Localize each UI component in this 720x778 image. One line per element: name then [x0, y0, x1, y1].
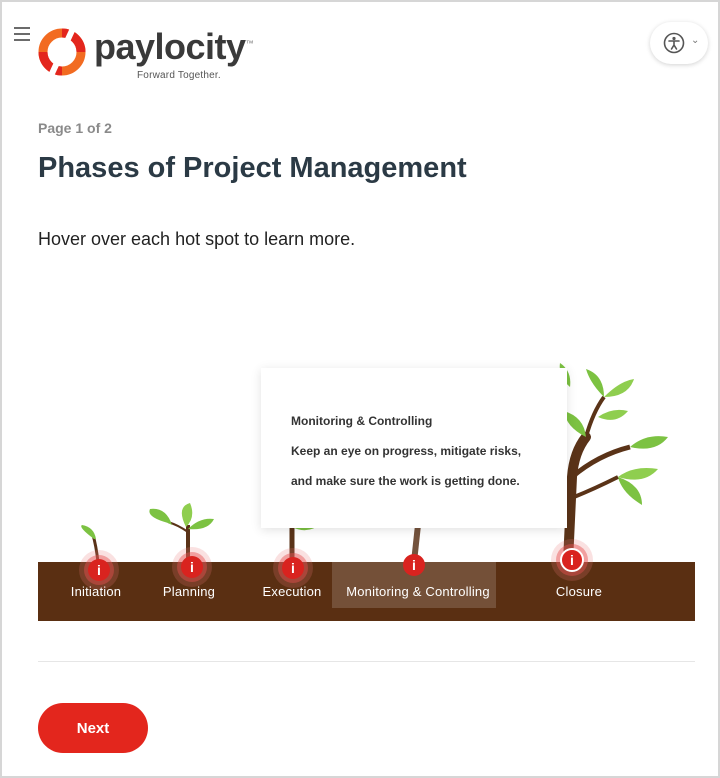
- sprout-initiation: [81, 525, 100, 563]
- hamburger-menu-icon[interactable]: [14, 27, 30, 45]
- trademark-symbol: ™: [245, 39, 254, 48]
- accessibility-icon: [663, 32, 685, 54]
- chevron-down-icon: ⌄: [691, 35, 700, 46]
- hotspot-label-initiation: Initiation: [70, 584, 122, 599]
- hotspot-planning[interactable]: i: [181, 556, 203, 578]
- project-phases-illustration: i Initiation i Planning i Execution i Mo…: [38, 357, 695, 622]
- hotspot-monitoring-controlling[interactable]: i: [403, 554, 425, 576]
- brand-name: paylocity™: [94, 26, 254, 68]
- hotspot-tooltip: Monitoring & Controlling Keep an eye on …: [261, 368, 567, 528]
- tooltip-line-1: Keep an eye on progress, mitigate risks,: [291, 444, 522, 458]
- hotspot-label-planning: Planning: [162, 584, 216, 599]
- tooltip-line-2: and make sure the work is getting done.: [291, 474, 520, 488]
- footer-divider: [38, 661, 695, 662]
- brand-name-text: paylocity: [94, 26, 246, 67]
- next-button[interactable]: Next: [38, 703, 148, 753]
- paylocity-logo-mark-icon: [38, 28, 86, 76]
- accessibility-menu-button[interactable]: ⌄: [650, 22, 708, 64]
- course-frame: paylocity™ Forward Together. ⌄ Page 1 of…: [0, 0, 720, 778]
- page-title: Phases of Project Management: [38, 152, 467, 184]
- hotspot-initiation[interactable]: i: [88, 559, 110, 581]
- hotspot-closure[interactable]: i: [560, 548, 584, 572]
- hotspot-label-monitoring-controlling: Monitoring & Controlling: [346, 584, 490, 599]
- tree-closure: [559, 363, 668, 567]
- hotspot-label-execution: Execution: [262, 584, 322, 599]
- page-counter: Page 1 of 2: [38, 120, 112, 136]
- hotspot-label-closure: Closure: [555, 584, 603, 599]
- hotspot-execution[interactable]: i: [282, 557, 304, 579]
- instruction-text: Hover over each hot spot to learn more.: [38, 229, 356, 249]
- sprout-planning: [149, 503, 214, 562]
- brand-tagline: Forward Together.: [137, 70, 221, 81]
- tooltip-title: Monitoring & Controlling: [291, 414, 433, 428]
